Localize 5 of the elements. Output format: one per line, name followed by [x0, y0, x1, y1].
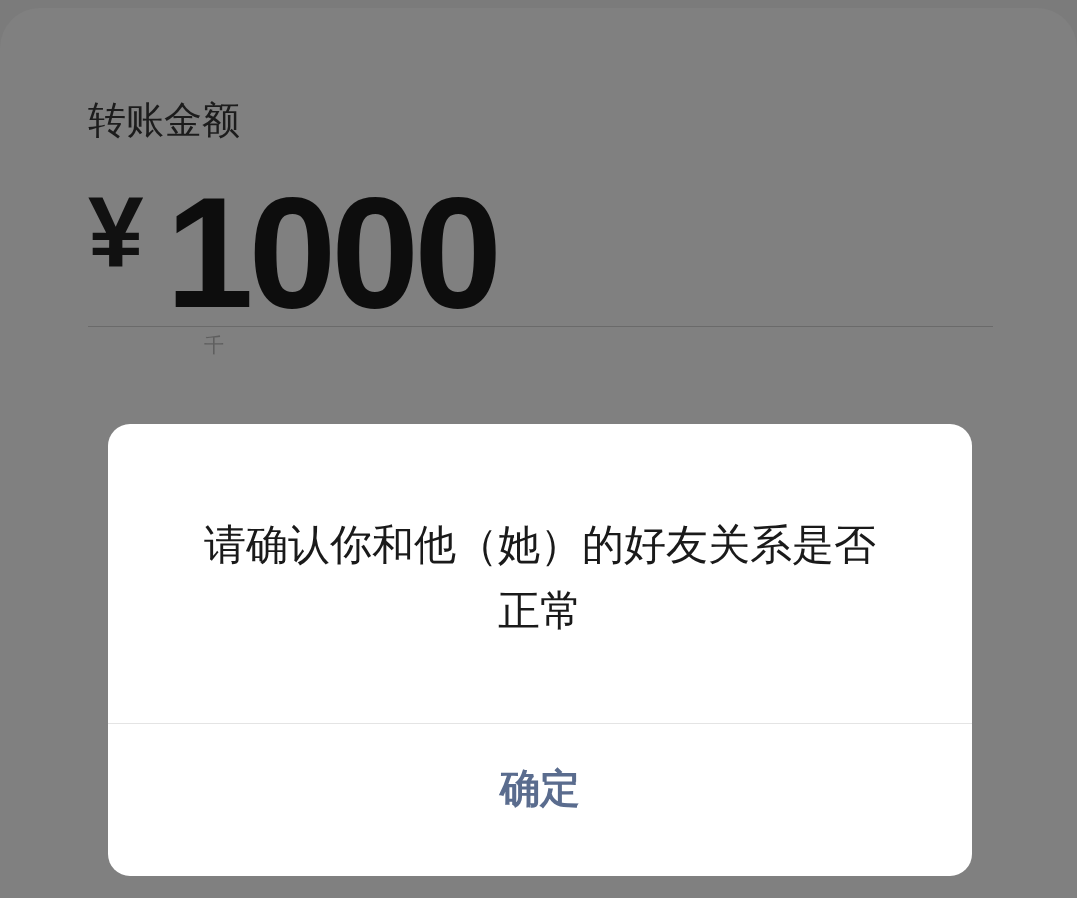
currency-symbol: ¥ [88, 182, 144, 282]
dialog-message: 请确认你和他（她）的好友关系是否正常 [203, 519, 877, 637]
confirm-button[interactable]: 确定 [108, 724, 972, 876]
amount-label: 转账金额 [88, 97, 241, 144]
amount-input[interactable]: 1000 [165, 182, 498, 322]
